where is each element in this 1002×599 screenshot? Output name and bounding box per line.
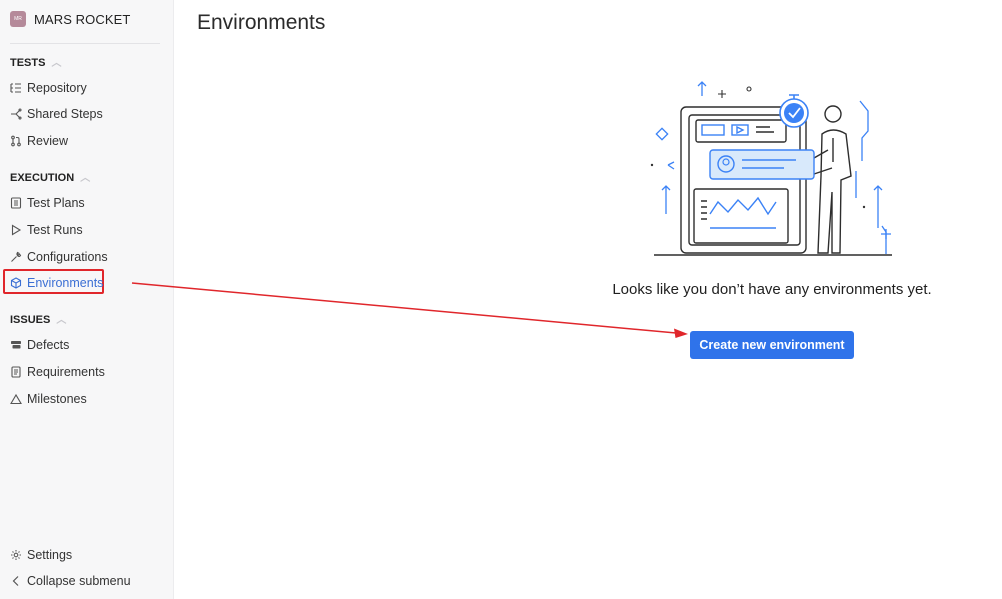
sidebar-item-label: Defects — [27, 338, 70, 352]
sidebar-item-label: Environments — [27, 276, 104, 290]
clipboard-list-icon — [10, 197, 22, 209]
empty-state-illustration — [650, 81, 892, 256]
sidebar-item-milestones[interactable]: Milestones — [10, 390, 87, 408]
document-icon — [11, 366, 21, 378]
sidebar-item-label: Repository — [27, 81, 87, 95]
sidebar-item-label: Milestones — [27, 392, 87, 406]
sidebar-item-shared-steps[interactable]: Shared Steps — [10, 105, 103, 123]
sidebar-item-label: Collapse submenu — [27, 574, 131, 588]
sidebar-item-settings[interactable]: Settings — [10, 546, 72, 564]
project-name: MARS ROCKET — [34, 11, 131, 27]
sidebar-item-label: Test Runs — [27, 223, 83, 237]
sidebar-item-configurations[interactable]: Configurations — [10, 248, 108, 266]
section-execution-label: EXECUTION — [10, 171, 75, 184]
sidebar-item-label: Configurations — [27, 250, 108, 264]
sidebar-item-label: Settings — [27, 548, 73, 562]
cube-icon — [10, 277, 22, 289]
section-issues-label: ISSUES — [10, 313, 51, 326]
chevron-left-icon — [12, 576, 19, 586]
collapse-submenu-button[interactable]: Collapse submenu — [10, 572, 131, 590]
project-header[interactable]: MR MARS ROCKET — [10, 11, 130, 27]
sidebar-item-requirements[interactable]: Requirements — [10, 363, 105, 381]
sidebar-item-test-plans[interactable]: Test Plans — [10, 194, 85, 212]
section-execution[interactable]: EXECUTION ︿ — [10, 170, 90, 185]
defects-icon — [11, 341, 21, 349]
chevron-up-icon: ︿ — [51, 58, 62, 69]
sidebar-divider — [10, 43, 160, 44]
sidebar-item-environments[interactable]: Environments — [10, 274, 103, 292]
mountain-icon — [10, 393, 22, 405]
section-tests-label: TESTS — [10, 56, 46, 69]
project-avatar: MR — [10, 11, 26, 27]
gear-icon — [11, 550, 21, 560]
section-tests[interactable]: TESTS ︿ — [10, 55, 61, 70]
sidebar-item-review[interactable]: Review — [10, 132, 68, 150]
sidebar-item-defects[interactable]: Defects — [10, 336, 69, 354]
pull-request-icon — [11, 135, 21, 147]
sidebar-item-label: Test Plans — [27, 196, 85, 210]
empty-state-message: Looks like you don’t have any environmen… — [612, 281, 932, 298]
wrench-icon — [11, 251, 22, 262]
chevron-up-icon: ︿ — [56, 315, 67, 326]
list-tree-icon — [10, 83, 21, 93]
sidebar-item-label: Requirements — [27, 365, 105, 379]
section-issues[interactable]: ISSUES ︿ — [10, 312, 66, 327]
sidebar-item-repository[interactable]: Repository — [10, 79, 87, 97]
sidebar: MR MARS ROCKET TESTS ︿ Repository Shared… — [0, 0, 174, 599]
chevron-up-icon: ︿ — [80, 173, 91, 184]
sidebar-item-label: Review — [27, 134, 68, 148]
sidebar-item-label: Shared Steps — [27, 107, 103, 121]
play-icon — [11, 224, 22, 236]
page-title: Environments — [197, 11, 326, 34]
create-environment-button[interactable]: Create new environment — [690, 331, 854, 359]
sidebar-item-test-runs[interactable]: Test Runs — [10, 221, 83, 239]
share-nodes-icon — [11, 108, 22, 120]
